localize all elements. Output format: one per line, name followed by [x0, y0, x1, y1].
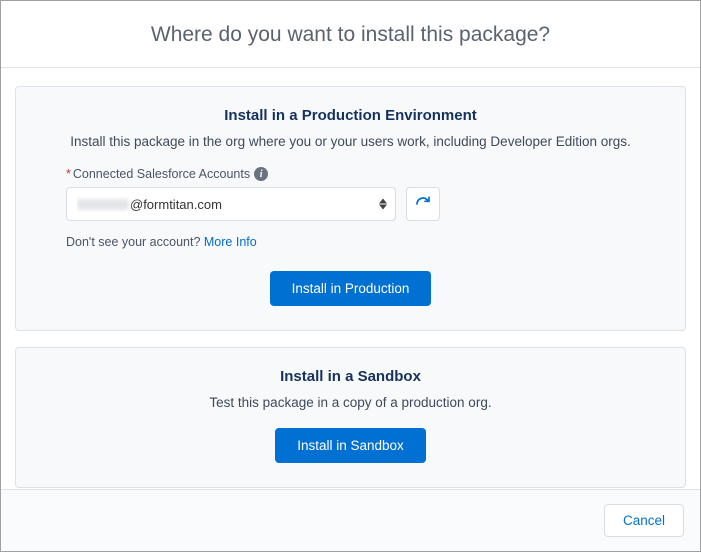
- redacted-username: [77, 199, 129, 210]
- production-panel: Install in a Production Environment Inst…: [15, 86, 686, 331]
- modal-body: Install in a Production Environment Inst…: [1, 68, 700, 489]
- refresh-icon: [415, 196, 431, 212]
- refresh-button[interactable]: [406, 187, 440, 221]
- more-info-link[interactable]: More Info: [204, 235, 257, 249]
- production-title: Install in a Production Environment: [66, 107, 635, 124]
- account-field-label: *Connected Salesforce Accounts i: [66, 167, 635, 181]
- sandbox-description: Test this package in a copy of a product…: [66, 395, 635, 410]
- account-hint: Don't see your account? More Info: [66, 235, 635, 249]
- account-field: *Connected Salesforce Accounts i @formti…: [66, 167, 635, 221]
- install-in-sandbox-button[interactable]: Install in Sandbox: [275, 428, 426, 463]
- production-description: Install this package in the org where yo…: [66, 134, 635, 149]
- sandbox-title: Install in a Sandbox: [66, 368, 635, 385]
- required-mark: *: [66, 167, 71, 181]
- select-stepper-icon: [379, 199, 387, 210]
- account-select-value: @formtitan.com: [77, 197, 222, 212]
- modal-footer: Cancel: [1, 489, 700, 551]
- cancel-button[interactable]: Cancel: [604, 504, 684, 537]
- modal-title: Where do you want to install this packag…: [21, 23, 680, 47]
- account-label-text: Connected Salesforce Accounts: [73, 167, 250, 181]
- install-in-production-button[interactable]: Install in Production: [270, 271, 432, 306]
- sandbox-panel: Install in a Sandbox Test this package i…: [15, 347, 686, 488]
- modal-header: Where do you want to install this packag…: [1, 1, 700, 68]
- info-icon[interactable]: i: [254, 167, 268, 181]
- account-select[interactable]: @formtitan.com: [66, 187, 396, 221]
